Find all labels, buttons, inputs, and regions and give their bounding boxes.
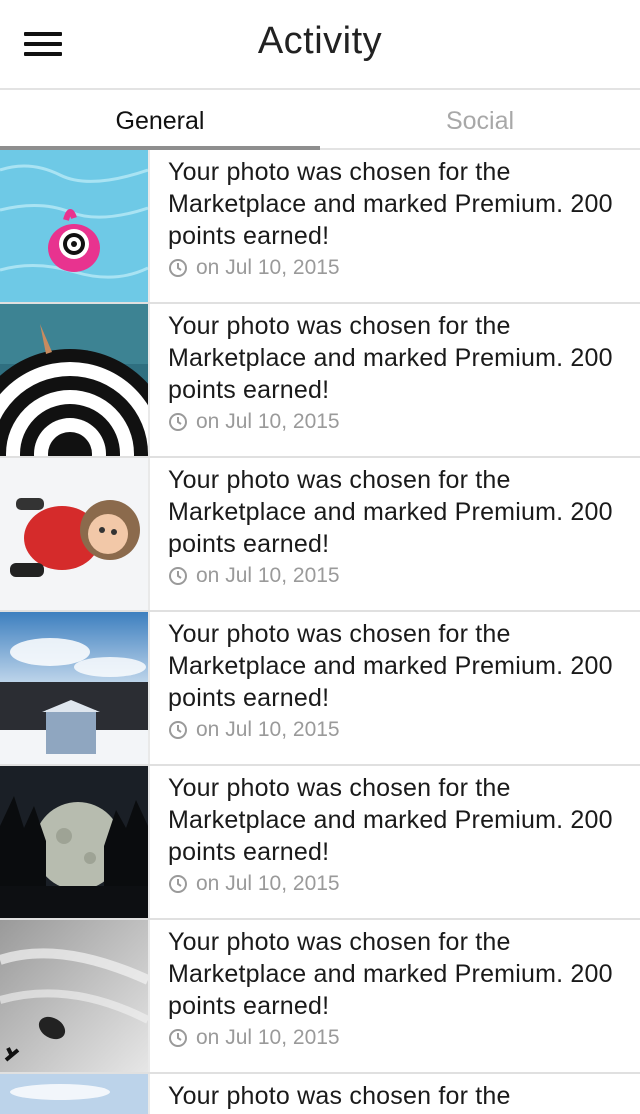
winter-cabin-thumbnail: [0, 612, 150, 764]
activity-item[interactable]: Your photo was chosen for the Marketplac…: [0, 150, 640, 304]
activity-message: Your photo was chosen for the Marketplac…: [168, 620, 613, 712]
activity-date: on Jul 10, 2015: [196, 1026, 340, 1049]
activity-item[interactable]: Your photo was chosen for the Marketplac…: [0, 612, 640, 766]
clock-icon: [169, 259, 187, 277]
activity-date: on Jul 10, 2015: [196, 718, 340, 741]
activity-message: Your photo was chosen for the Marketplac…: [168, 312, 613, 404]
tab-bar: General Social: [0, 90, 640, 150]
clock-icon: [169, 875, 187, 893]
tab-social[interactable]: Social: [320, 90, 640, 148]
activity-date: on Jul 10, 2015: [196, 564, 340, 587]
activity-message: Your photo was chosen for the Marketplac…: [168, 158, 613, 250]
activity-item[interactable]: Your photo was chosen for the Marketplac…: [0, 920, 640, 1074]
activity-list: Your photo was chosen for the Marketplac…: [0, 150, 640, 1114]
clock-icon: [169, 721, 187, 739]
activity-item[interactable]: Your photo was chosen for the Marketplac…: [0, 304, 640, 458]
page-title: Activity: [257, 20, 383, 62]
clock-icon: [169, 1029, 187, 1047]
activity-item[interactable]: Your photo was chosen for the Marketplac…: [0, 458, 640, 612]
clock-icon: [169, 567, 187, 585]
sky-thumbnail: [0, 1074, 150, 1114]
activity-item[interactable]: Your photo was chosen for the Marketplac…: [0, 766, 640, 920]
activity-date: on Jul 10, 2015: [196, 410, 340, 433]
child-in-snow-thumbnail: [0, 458, 150, 610]
activity-message: Your photo was chosen for the Marketplac…: [168, 466, 613, 558]
activity-date: on Jul 10, 2015: [196, 256, 340, 279]
activity-message: Your photo was chosen for the Marketplac…: [168, 928, 613, 1020]
activity-date: on Jul 10, 2015: [196, 872, 340, 895]
app-header: Activity: [0, 0, 640, 90]
full-moon-road-thumbnail: [0, 766, 150, 918]
clock-icon: [169, 413, 187, 431]
pool-float-thumbnail: [0, 150, 150, 302]
tab-general[interactable]: General: [0, 90, 320, 148]
striped-umbrella-thumbnail: [0, 304, 150, 456]
activity-message: Your photo was chosen for the: [168, 1082, 511, 1110]
activity-message: Your photo was chosen for the Marketplac…: [168, 774, 613, 866]
activity-item[interactable]: Your photo was chosen for the: [0, 1074, 640, 1114]
satellite-dish-sky-thumbnail: [0, 920, 150, 1072]
